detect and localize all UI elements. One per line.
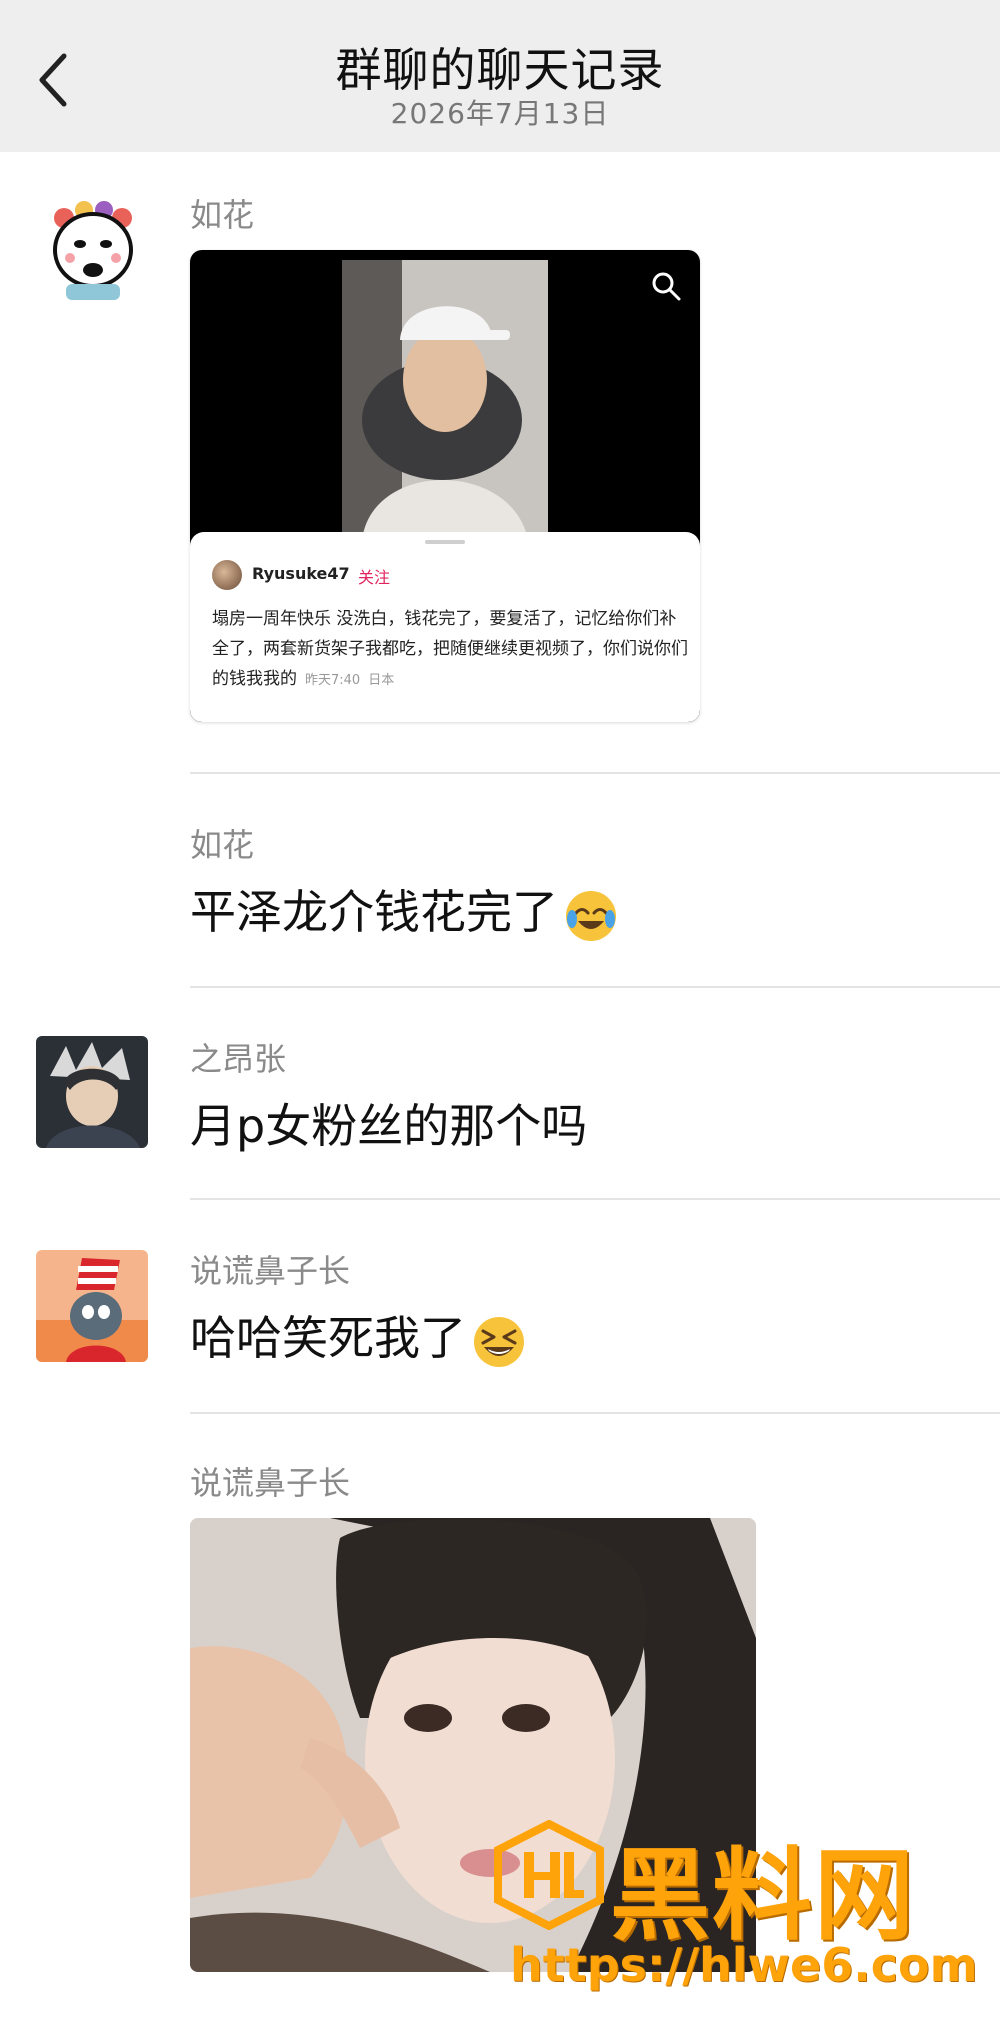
post-user-avatar[interactable] <box>212 560 242 590</box>
hl-logo-icon <box>494 1820 604 1930</box>
search-icon[interactable] <box>650 270 682 302</box>
post-info-sheet: Ryusuke47 关注 塌房一周年快乐 没洗白，钱花完了，要复活了，记忆给你们… <box>190 532 700 722</box>
page-title: 群聊的聊天记录 <box>335 43 665 97</box>
avatar[interactable] <box>36 1250 148 1362</box>
cartoon-cat-avatar-icon <box>36 1250 148 1362</box>
shared-post-card[interactable]: Ryusuke47 关注 塌房一周年快乐 没洗白，钱花完了，要复活了，记忆给你们… <box>190 250 700 722</box>
sender-name: 之昂张 <box>190 1040 287 1078</box>
header-bar: 群聊的聊天记录 2026年7月13日 <box>0 0 1000 152</box>
message-text[interactable]: 月p女粉丝的那个吗 <box>190 1090 587 1156</box>
flower-crown-avatar-icon <box>36 188 148 300</box>
post-username[interactable]: Ryusuke47 <box>252 564 350 583</box>
message-divider <box>190 986 1000 988</box>
post-time: 昨天7:40 <box>305 673 361 688</box>
post-text: 塌房一周年快乐 没洗白，钱花完了，要复活了，记忆给你们补全了，两套新货架子我都吃… <box>212 609 688 689</box>
post-body: 塌房一周年快乐 没洗白，钱花完了，要复活了，记忆给你们补全了，两套新货架子我都吃… <box>212 604 688 696</box>
sender-name: 如花 <box>190 826 255 864</box>
message-text[interactable]: 哈哈笑死我了 <box>190 1302 526 1369</box>
watermark: 黑料网 https://hlwe6.com <box>490 1820 1000 2018</box>
page-date: 2026年7月13日 <box>390 97 610 130</box>
avatar[interactable] <box>36 188 148 300</box>
sheet-handle[interactable] <box>425 540 465 544</box>
message-text-content: 哈哈笑死我了 <box>190 1311 466 1365</box>
sender-name: 说谎鼻子长 <box>190 1464 351 1502</box>
avatar[interactable] <box>36 1036 148 1148</box>
message-divider <box>190 1412 1000 1414</box>
follow-button[interactable]: 关注 <box>358 564 390 588</box>
message-divider <box>190 1198 1000 1200</box>
message-text[interactable]: 平泽龙介钱花完了 <box>190 876 618 943</box>
grinning-squinting-emoji-icon <box>474 1316 524 1367</box>
message-divider <box>190 772 1000 774</box>
tears-of-joy-emoji-icon <box>566 890 616 941</box>
sender-name: 如花 <box>190 196 255 234</box>
anime-character-avatar-icon <box>36 1036 148 1148</box>
message-text-content: 平泽龙介钱花完了 <box>190 885 558 939</box>
sender-name: 说谎鼻子长 <box>190 1252 351 1290</box>
person-photo-icon <box>342 260 548 540</box>
post-video-thumbnail[interactable] <box>342 260 548 540</box>
post-location: 日本 <box>368 673 395 688</box>
watermark-url: https://hlwe6.com <box>510 1938 978 1992</box>
